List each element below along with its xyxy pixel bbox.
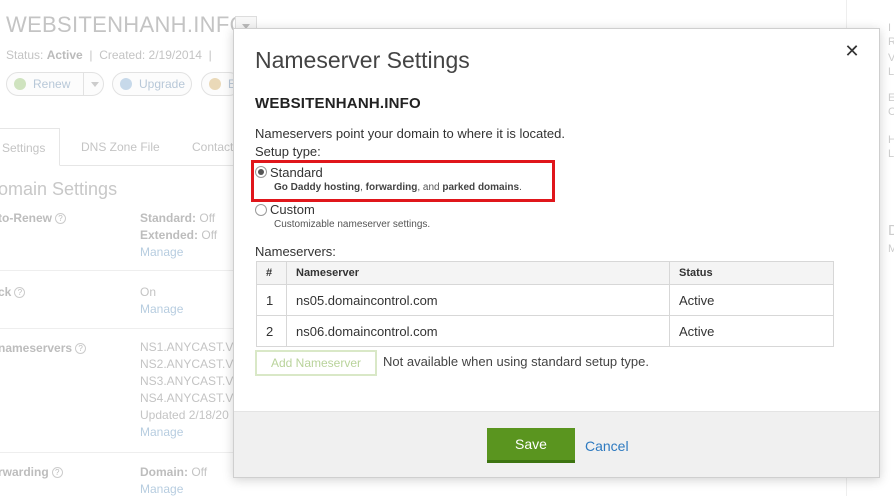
help-icon: ? <box>55 213 66 224</box>
standard-radio[interactable] <box>255 166 267 178</box>
renew-icon <box>14 78 26 90</box>
custom-label[interactable]: Custom <box>270 202 315 217</box>
autorenew-manage-link[interactable]: Manage <box>140 244 217 261</box>
forwarding-label: rwarding? <box>0 465 63 479</box>
chevron-down-icon <box>91 82 99 87</box>
row-nameserver: ns06.domaincontrol.com <box>286 315 670 347</box>
forwarding-values: Domain: Off Manage <box>140 465 208 496</box>
nameservers-values: NS1.ANYCAST.VN NS2.ANYCAST.VN NS3.ANYCAS… <box>140 340 243 441</box>
row-status: Active <box>669 315 834 347</box>
row-number: 1 <box>256 284 287 316</box>
help-icon: ? <box>14 287 26 298</box>
dialog-description: Nameservers point your domain to where i… <box>255 126 565 141</box>
standard-label[interactable]: Standard <box>270 165 323 180</box>
column-header-status: Status <box>669 261 834 285</box>
table-row: 1 ns05.domaincontrol.com Active <box>256 284 834 316</box>
autorenew-label: to-Renew? <box>0 211 66 225</box>
domain-status-value: Active <box>46 48 83 62</box>
lock-values: On Manage <box>140 285 184 318</box>
custom-description: Customizable nameserver settings. <box>274 219 431 230</box>
nameservers-table: # Nameserver Status 1 ns05.domaincontrol… <box>256 261 834 347</box>
nameservers-heading: Nameservers: <box>255 244 336 259</box>
upgrade-icon <box>120 78 132 90</box>
column-header-number: # <box>256 261 287 285</box>
nameservers-manage-link[interactable]: Manage <box>140 424 242 441</box>
divider <box>0 270 236 271</box>
upgrade-button[interactable]: Upgrade <box>112 72 192 96</box>
lock-manage-link[interactable]: Manage <box>140 301 183 318</box>
dialog-footer: Save Cancel <box>234 411 879 477</box>
domain-status-line: Status: Active | Created: 2/19/2014 | <box>6 48 216 62</box>
tab-dns-zone-file[interactable]: DNS Zone File <box>81 128 160 166</box>
row-nameserver: ns05.domaincontrol.com <box>286 284 670 316</box>
table-row: 2 ns06.domaincontrol.com Active <box>256 315 834 347</box>
setup-type-label: Setup type: <box>255 144 321 159</box>
row-number: 2 <box>256 315 287 347</box>
help-icon: ? <box>75 343 87 354</box>
divider <box>0 452 236 453</box>
column-header-nameserver: Nameserver <box>286 261 670 285</box>
domain-tabs: Settings DNS Zone File Contact <box>0 128 236 166</box>
nameservers-label: nameservers? <box>0 341 87 355</box>
table-header-row: # Nameserver Status <box>256 261 834 285</box>
nameserver-settings-dialog: Nameserver Settings ✕ WEBSITENHANH.INFO … <box>233 28 880 478</box>
created-date: Created: 2/19/2014 <box>99 48 202 62</box>
dialog-domain-name: WEBSITENHANH.INFO <box>255 95 421 112</box>
tab-contact[interactable]: Contact <box>192 128 233 166</box>
custom-radio[interactable] <box>255 204 267 216</box>
autorenew-values: Standard: Off Extended: Off Manage <box>140 211 218 261</box>
divider <box>0 328 236 329</box>
standard-description: Go Daddy hosting, forwarding, and parked… <box>274 182 522 193</box>
domain-title: WEBSITENHANH.INFO <box>6 12 247 37</box>
section-title: omain Settings <box>0 179 118 199</box>
renew-button[interactable]: Renew <box>6 72 104 96</box>
dollar-icon <box>209 78 221 90</box>
lock-label: ck? <box>0 285 26 299</box>
add-nameserver-button[interactable]: Add Nameserver <box>255 350 377 376</box>
save-button[interactable]: Save <box>487 428 575 463</box>
close-icon[interactable]: ✕ <box>843 41 861 61</box>
add-nameserver-note: Not available when using standard setup … <box>383 354 649 369</box>
row-status: Active <box>669 284 834 316</box>
dialog-title: Nameserver Settings <box>255 47 470 73</box>
cancel-link[interactable]: Cancel <box>585 438 629 454</box>
help-icon: ? <box>51 467 63 478</box>
tab-settings[interactable]: Settings <box>0 128 61 166</box>
forwarding-manage-link[interactable]: Manage <box>140 481 207 496</box>
